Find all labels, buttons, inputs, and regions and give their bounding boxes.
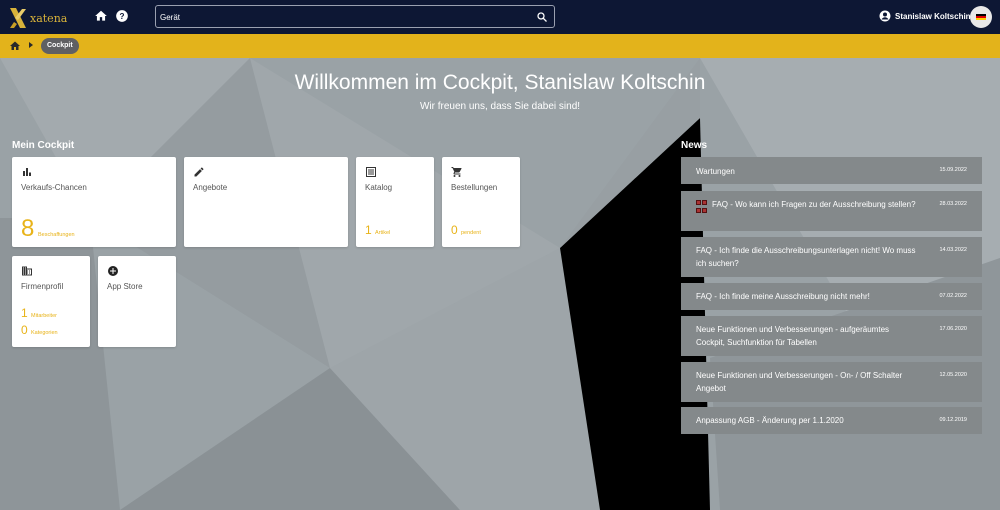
news-title: Anpassung AGB - Änderung per 1.1.2020 <box>696 416 844 425</box>
search-input[interactable] <box>160 8 520 26</box>
card-value: 0 <box>451 223 458 237</box>
card-title: Katalog <box>365 183 393 192</box>
logo[interactable]: xatena <box>8 5 68 31</box>
news-item[interactable]: Neue Funktionen und Verbesserungen - auf… <box>681 316 982 356</box>
chevron-right-icon <box>29 42 33 48</box>
breadcrumb-current[interactable]: Cockpit <box>41 38 79 54</box>
news-date: 14.03.2022 <box>939 247 967 253</box>
news-date: 09.12.2019 <box>939 417 967 423</box>
news-heading: News <box>681 140 708 151</box>
bar-chart-icon <box>23 168 31 176</box>
account-circle-icon <box>879 10 891 22</box>
breadcrumb: Cockpit <box>0 34 1000 58</box>
card-bestellungen[interactable]: Bestellungen 0 pendent <box>442 157 520 247</box>
breadcrumb-home-icon[interactable] <box>9 40 21 52</box>
home-button[interactable] <box>94 9 110 25</box>
card-value: 1 <box>21 306 28 320</box>
news-item[interactable]: FAQ - Ich finde meine Ausschreibung nich… <box>681 283 982 310</box>
user-menu[interactable]: Stanislaw Koltschin <box>879 10 971 22</box>
card-angebote[interactable]: Angebote <box>184 157 348 247</box>
cart-icon <box>451 167 462 177</box>
logo-text: xatena <box>30 11 68 25</box>
search-box <box>155 5 555 28</box>
help-button[interactable]: ? <box>115 9 131 25</box>
logo-icon <box>10 8 26 28</box>
warning-emoji-icon <box>696 199 710 215</box>
card-value-2: 0 <box>21 323 28 337</box>
news-title: Neue Funktionen und Verbesserungen - auf… <box>696 325 890 347</box>
card-unit-2: Kategorien <box>31 330 58 336</box>
news-item[interactable]: FAQ - Wo kann ich Fragen zu der Ausschre… <box>681 191 982 231</box>
search-icon[interactable] <box>536 11 548 23</box>
news-title: FAQ - Ich finde meine Ausschreibung nich… <box>696 292 870 301</box>
news-date: 12.05.2020 <box>939 372 967 378</box>
news-date: 28.03.2022 <box>939 201 967 207</box>
news-title: Wartungen <box>696 167 735 176</box>
main-content: Willkommen im Cockpit, Stanislaw Koltsch… <box>0 58 1000 510</box>
language-button[interactable] <box>970 6 992 28</box>
card-unit: Artikel <box>375 230 391 236</box>
catalog-icon <box>366 167 376 177</box>
card-app-store[interactable]: App Store <box>98 256 176 347</box>
news-title: FAQ - Wo kann ich Fragen zu der Ausschre… <box>712 200 916 209</box>
cockpit-heading: Mein Cockpit <box>12 140 75 151</box>
top-bar: xatena ? Stanislaw Koltschin <box>0 0 1000 34</box>
card-title: Firmenprofil <box>21 282 64 291</box>
card-value: 8 <box>21 215 35 242</box>
card-title: Verkaufs-Chancen <box>21 183 87 192</box>
pencil-icon <box>194 167 204 177</box>
card-title: App Store <box>107 282 143 291</box>
user-name: Stanislaw Koltschin <box>895 11 971 21</box>
news-date: 15.09.2022 <box>939 167 967 173</box>
news-date: 17.06.2020 <box>939 326 967 332</box>
add-circle-icon <box>108 266 118 276</box>
news-date: 07.02.2022 <box>939 293 967 299</box>
news-item[interactable]: FAQ - Ich finde die Ausschreibungsunterl… <box>681 237 982 277</box>
card-verkaufs-chancen[interactable]: Verkaufs-Chancen 8 Beschaffungen <box>12 157 176 247</box>
welcome-title: Willkommen im Cockpit, Stanislaw Koltsch… <box>294 71 706 94</box>
svg-text:?: ? <box>120 12 125 21</box>
news-item[interactable]: Wartungen 15.09.2022 <box>681 157 982 184</box>
news-title: Neue Funktionen und Verbesserungen - On-… <box>696 371 903 393</box>
card-value: 1 <box>365 223 372 237</box>
card-title: Bestellungen <box>451 183 498 192</box>
help-icon: ? <box>116 10 128 22</box>
home-icon <box>95 10 107 21</box>
building-icon <box>22 266 32 276</box>
news-item[interactable]: Neue Funktionen und Verbesserungen - On-… <box>681 362 982 402</box>
card-firmenprofil[interactable]: Firmenprofil 1 Mitarbeiter 0 Kategorien <box>12 256 90 347</box>
card-unit: Beschaffungen <box>38 232 75 238</box>
news-item[interactable]: Anpassung AGB - Änderung per 1.1.2020 09… <box>681 407 982 434</box>
card-katalog[interactable]: Katalog 1 Artikel <box>356 157 434 247</box>
card-unit: Mitarbeiter <box>31 313 57 319</box>
german-flag-icon <box>976 13 986 21</box>
welcome-subtitle: Wir freuen uns, dass Sie dabei sind! <box>419 101 581 112</box>
card-unit: pendent <box>461 230 481 236</box>
card-title: Angebote <box>193 183 228 192</box>
news-title: FAQ - Ich finde die Ausschreibungsunterl… <box>696 246 916 268</box>
